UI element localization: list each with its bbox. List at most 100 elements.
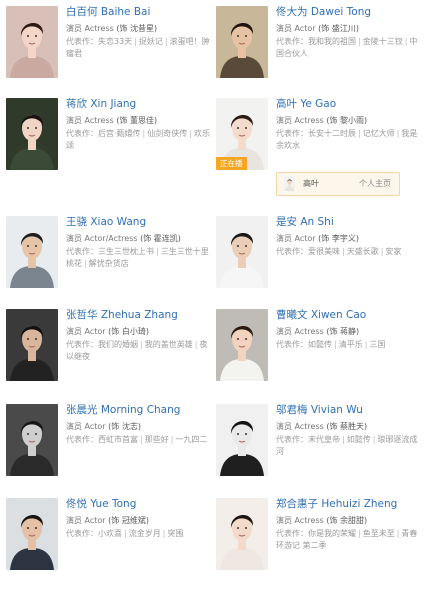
works-separator: | (356, 529, 363, 538)
actor-card[interactable]: 佟大为 Dawei Tong演员 Actor (饰 盛江川)代表作：我和我的祖国… (216, 6, 421, 106)
work-link[interactable]: 一九四二 (175, 435, 207, 444)
actor-card[interactable]: 白百何 Baihe Bai演员 Actress (饰 沈昔星)代表作：失恋33天… (6, 6, 211, 106)
actor-name-cn[interactable]: 王骁 (66, 216, 87, 228)
actor-name-cn[interactable]: 白百何 (66, 6, 98, 18)
actor-photo[interactable] (216, 216, 268, 288)
works-label: 代表作： (276, 129, 308, 138)
actor-card[interactable]: 张哲华 Zhehua Zhang演员 Actor (饰 白小琦)代表作：我们的婚… (6, 309, 211, 409)
work-link[interactable]: 小欢喜 (98, 529, 122, 538)
work-link[interactable]: 我的盖世英雄 (145, 340, 193, 349)
actor-card[interactable]: 张晨光 Morning Chang演员 Actor (饰 沈志)代表作：西虹市首… (6, 404, 211, 504)
role-type: Actor (85, 516, 106, 525)
actor-photo[interactable]: 正在播 (216, 98, 268, 170)
work-link[interactable]: 我和我的祖国 (308, 37, 356, 46)
work-link[interactable]: 突围 (167, 529, 183, 538)
actor-name[interactable]: 张晨光 Morning Chang (66, 404, 211, 417)
actor-name-en[interactable]: Morning Chang (101, 404, 181, 416)
work-link[interactable]: 你是我的荣耀 (308, 529, 356, 538)
actor-photo[interactable] (6, 404, 58, 476)
actor-photo[interactable] (6, 216, 58, 288)
actor-name-en[interactable]: Ye Gao (300, 98, 336, 110)
work-link[interactable]: 记忆大师 (363, 129, 395, 138)
actor-name-cn[interactable]: 佟悦 (66, 498, 87, 510)
actor-card[interactable]: 郑合惠子 Hehuizi Zheng演员 Actress (饰 余甜甜)代表作：… (216, 498, 421, 598)
work-link[interactable]: 清平乐 (339, 340, 363, 349)
actor-name-cn[interactable]: 蒋欣 (66, 98, 87, 110)
actor-name-en[interactable]: Xiwen Cao (311, 309, 366, 321)
actor-card[interactable]: 是安 An Shi演员 Actor (饰 李宇义)代表作：爱很美味|天盛长歌|安… (216, 216, 421, 316)
actor-photo[interactable] (216, 309, 268, 381)
actor-card[interactable]: 邬君梅 Vivian Wu演员 Actress (饰 蔡胜天)代表作：末代皇帝|… (216, 404, 421, 504)
representative-works: 代表作：后宫·甄嬛传|仙剑奇侠传|欢乐颂 (66, 128, 211, 152)
work-link[interactable]: 失恋33天 (98, 37, 132, 46)
actor-name[interactable]: 白百何 Baihe Bai (66, 6, 211, 19)
now-playing-badge: 正在播 (216, 157, 247, 170)
work-link[interactable]: 那些好 (145, 435, 169, 444)
portrait-graphic (6, 309, 58, 381)
work-link[interactable]: 金陵十三钗 (363, 37, 403, 46)
actor-name-cn[interactable]: 张晨光 (66, 404, 98, 416)
actor-card[interactable]: 佟悦 Yue Tong演员 Actor (饰 冠维斌)代表作：小欢喜|流金岁月|… (6, 498, 211, 598)
actor-info: 郑合惠子 Hehuizi Zheng演员 Actress (饰 余甜甜)代表作：… (276, 498, 421, 552)
actor-name[interactable]: 蒋欣 Xin Jiang (66, 98, 211, 111)
actor-name[interactable]: 张哲华 Zhehua Zhang (66, 309, 211, 322)
actor-name[interactable]: 高叶 Ye Gao (276, 98, 421, 111)
actor-name-cn[interactable]: 张哲华 (66, 309, 98, 321)
work-link[interactable]: 流金岁月 (129, 529, 161, 538)
work-link[interactable]: 如懿传 (308, 340, 332, 349)
work-link[interactable]: 爱很美味 (308, 247, 340, 256)
actor-name-cn[interactable]: 曹曦文 (276, 309, 308, 321)
actor-name-cn[interactable]: 郑合惠子 (276, 498, 318, 510)
actor-card[interactable]: 蒋欣 Xin Jiang演员 Actress (饰 董思佳)代表作：后宫·甄嬛传… (6, 98, 211, 198)
actor-name[interactable]: 王骁 Xiao Wang (66, 216, 211, 229)
actor-photo[interactable] (216, 404, 268, 476)
actor-info: 张哲华 Zhehua Zhang演员 Actor (饰 白小琦)代表作：我们的婚… (66, 309, 211, 363)
actor-name-cn[interactable]: 佟大为 (276, 6, 308, 18)
work-link[interactable]: 天盛长歌 (347, 247, 379, 256)
work-link[interactable]: 我们的婚姻 (98, 340, 138, 349)
work-link[interactable]: 捉妖记 (139, 37, 163, 46)
actor-name-en[interactable]: Dawei Tong (311, 6, 371, 18)
actor-name-en[interactable]: Hehuizi Zheng (321, 498, 397, 510)
actor-card[interactable]: 曹曦文 Xiwen Cao演员 Actress (饰 蒋静)代表作：如懿传|清平… (216, 309, 421, 409)
actor-name[interactable]: 郑合惠子 Hehuizi Zheng (276, 498, 421, 511)
work-link[interactable]: 安家 (385, 247, 401, 256)
actor-name-en[interactable]: Xiao Wang (90, 216, 146, 228)
actor-photo[interactable] (6, 98, 58, 170)
people-card[interactable]: 高叶个人主页 (276, 172, 400, 196)
works-label: 代表作： (66, 435, 98, 444)
work-link[interactable]: 三生三世枕上书 (98, 247, 154, 256)
work-link[interactable]: 西虹市首富 (98, 435, 138, 444)
actor-name[interactable]: 佟悦 Yue Tong (66, 498, 211, 511)
actor-photo[interactable] (6, 309, 58, 381)
work-link[interactable]: 鱼至未至 (363, 529, 395, 538)
actor-role: 演员 Actor (饰 盛江川) (276, 23, 421, 34)
actor-name[interactable]: 曹曦文 Xiwen Cao (276, 309, 421, 322)
work-link[interactable]: 解忧杂货店 (89, 259, 129, 268)
actor-photo[interactable] (6, 6, 58, 78)
actor-name[interactable]: 邬君梅 Vivian Wu (276, 404, 421, 417)
actor-name-en[interactable]: Zhehua Zhang (101, 309, 178, 321)
actor-name[interactable]: 佟大为 Dawei Tong (276, 6, 421, 19)
people-homepage-link[interactable]: 个人主页 (359, 178, 391, 189)
actor-name[interactable]: 是安 An Shi (276, 216, 421, 229)
work-link[interactable]: 末代皇帝 (308, 435, 340, 444)
actor-photo[interactable] (6, 498, 58, 570)
actor-name-en[interactable]: Baihe Bai (101, 6, 151, 18)
actor-name-cn[interactable]: 邬君梅 (276, 404, 308, 416)
work-link[interactable]: 长安十二时辰 (308, 129, 356, 138)
actor-name-cn[interactable]: 高叶 (276, 98, 297, 110)
work-link[interactable]: 仙剑奇侠传 (147, 129, 187, 138)
actor-name-en[interactable]: Yue Tong (90, 498, 136, 510)
actor-name-en[interactable]: An Shi (300, 216, 333, 228)
actor-name-en[interactable]: Vivian Wu (311, 404, 363, 416)
actor-photo[interactable] (216, 6, 268, 78)
work-link[interactable]: 三国 (369, 340, 385, 349)
actor-name-cn[interactable]: 是安 (276, 216, 297, 228)
work-link[interactable]: 后宫·甄嬛传 (98, 129, 141, 138)
work-link[interactable]: 如懿传 (347, 435, 371, 444)
actor-card[interactable]: 正在播高叶 Ye Gao演员 Actress (饰 黎小雨)代表作：长安十二时辰… (216, 98, 421, 198)
actor-card[interactable]: 王骁 Xiao Wang演员 Actor/Actress (饰 霍连凯)代表作：… (6, 216, 211, 316)
actor-photo[interactable] (216, 498, 268, 570)
actor-name-en[interactable]: Xin Jiang (90, 98, 136, 110)
